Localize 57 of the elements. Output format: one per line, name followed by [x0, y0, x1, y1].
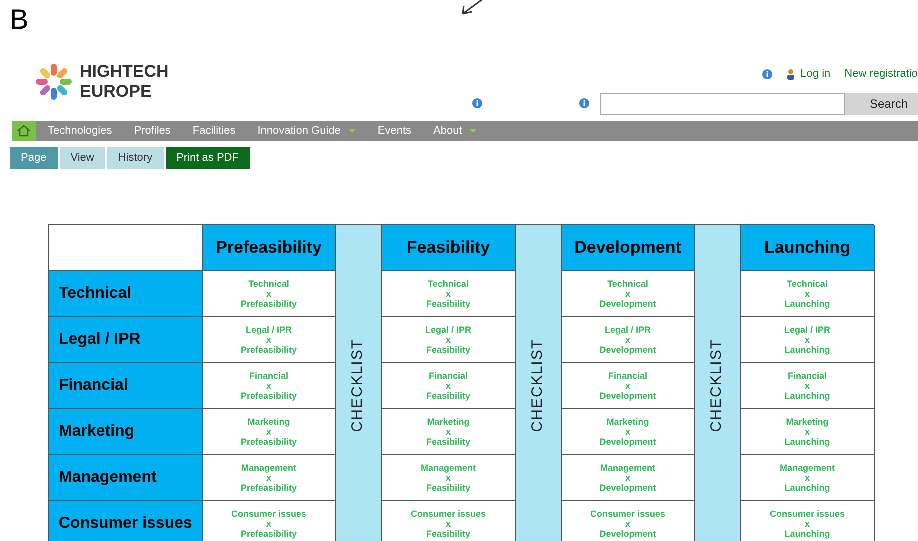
table-cell: Technical x Development [562, 271, 695, 317]
info-icon [472, 98, 483, 109]
table-cell: Technical x Feasibility [382, 271, 516, 317]
login-link[interactable]: Log in [800, 66, 831, 82]
nav-link[interactable]: Events [378, 122, 412, 140]
table-cell: Management x Feasibility [382, 455, 516, 501]
nav-link[interactable]: About [434, 122, 462, 140]
phase-header: Prefeasibility [203, 225, 336, 271]
table-cell: Financial x Prefeasibility [203, 363, 336, 409]
search-field[interactable] [600, 92, 845, 114]
nav-link[interactable]: Technologies [48, 122, 112, 140]
row-header: Technical [49, 271, 203, 317]
table-cell: Management x Launching [741, 455, 875, 501]
arrow-icon [460, 0, 484, 16]
row-header: Financial [49, 363, 203, 409]
home-button[interactable] [12, 121, 36, 141]
page-tab[interactable]: View [60, 147, 106, 169]
table-cell: Legal / IPR x Development [562, 317, 695, 363]
page-tab[interactable]: History [107, 147, 164, 169]
table-cell: Financial x Feasibility [382, 363, 516, 409]
table-cell: Marketing x Prefeasibility [203, 409, 336, 455]
table-cell: Technical x Prefeasibility [203, 271, 336, 317]
logo-icon [34, 62, 74, 102]
table-cell: Legal / IPR x Feasibility [382, 317, 516, 363]
checklist-label: CHECKLIST [707, 339, 726, 433]
table-cell: Financial x Launching [741, 363, 875, 409]
table-cell: Technical x Launching [741, 271, 875, 317]
checklist-label: CHECKLIST [348, 339, 368, 433]
registration-link[interactable]: New registratio [844, 66, 918, 82]
user-icon [786, 68, 795, 80]
nav-link[interactable]: Profiles [134, 122, 171, 140]
logo-text: HIGHTECH EUROPE [80, 62, 169, 102]
nav-link[interactable]: Innovation Guide [258, 122, 341, 140]
home-icon [17, 125, 31, 137]
info-icon [762, 68, 773, 80]
checklist-label: CHECKLIST [528, 339, 548, 433]
row-header: Consumer issues [49, 501, 203, 541]
row-header: Marketing [49, 409, 203, 455]
page-tab[interactable]: Page [10, 147, 58, 169]
table-cell: Financial x Development [562, 363, 695, 409]
row-header: Legal / IPR [49, 317, 203, 363]
table-cell: Management x Development [562, 455, 695, 501]
phase-header: Feasibility [382, 225, 516, 271]
table-cell: Legal / IPR x Prefeasibility [203, 317, 336, 363]
figure-label: B [10, 6, 29, 34]
table-cell: Management x Prefeasibility [203, 455, 336, 501]
table-cell: Marketing x Development [562, 409, 695, 455]
table-cell: Marketing x Launching [741, 409, 875, 455]
phase-header: Development [562, 225, 695, 271]
print-button[interactable]: Print as PDF [166, 147, 250, 169]
phase-header: Launching [741, 225, 875, 271]
table-cell: Legal / IPR x Launching [741, 317, 875, 363]
nav-link[interactable]: Facilities [192, 122, 236, 140]
search-button[interactable]: Search [845, 92, 918, 114]
info-icon [579, 98, 590, 109]
row-header: Management [49, 455, 203, 501]
table-cell: Marketing x Feasibility [382, 409, 516, 455]
